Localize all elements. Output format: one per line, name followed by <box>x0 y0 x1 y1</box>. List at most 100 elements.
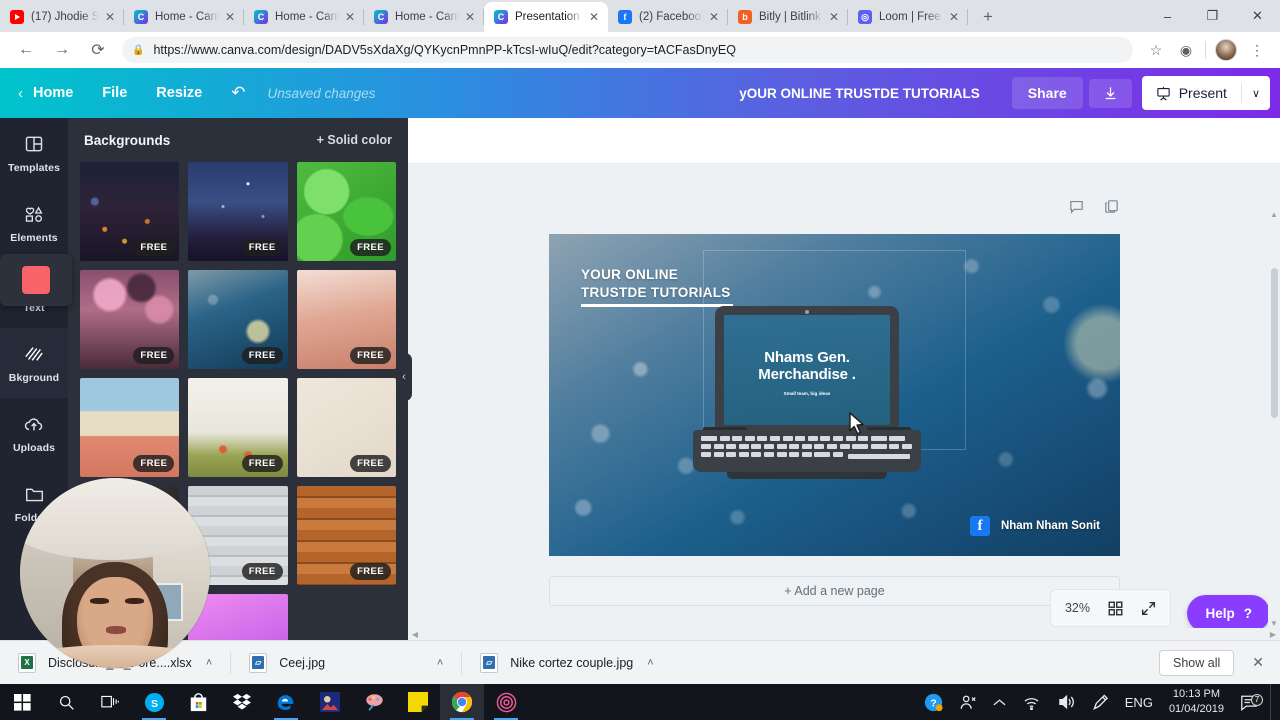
slide-title[interactable]: YOUR ONLINE TRUSTDE TUTORIALS <box>581 266 731 301</box>
task-view-icon[interactable] <box>88 684 132 720</box>
people-icon[interactable] <box>951 684 985 720</box>
background-thumb-city-night[interactable]: FREE <box>80 162 180 261</box>
new-tab-button[interactable]: + <box>974 3 1002 31</box>
download-item[interactable]: ▱ Ceej.jpg ˄ <box>241 648 451 678</box>
close-icon[interactable]: ✕ <box>222 9 238 25</box>
zoom-level-label[interactable]: 32% <box>1065 601 1090 615</box>
chrome-icon[interactable] <box>440 684 484 720</box>
background-thumb-brown-wood[interactable]: FREE <box>296 486 396 585</box>
browser-tab[interactable]: ◎ Loom | Free Sc ✕ <box>848 2 968 32</box>
resize-button[interactable]: Resize <box>156 85 202 101</box>
laptop-graphic[interactable]: Nhams Gen. Merchandise . Small team, big… <box>693 306 921 502</box>
scroll-down-icon[interactable]: ▼ <box>1270 619 1278 628</box>
chevron-down-icon[interactable]: ∨ <box>1242 76 1270 110</box>
reload-icon[interactable]: ⟳ <box>83 35 113 65</box>
sidebar-item-bkground[interactable]: Bkground <box>0 328 68 398</box>
minimize-button[interactable]: – <box>1145 0 1190 32</box>
download-button[interactable] <box>1088 78 1132 108</box>
show-all-downloads-button[interactable]: Show all <box>1159 649 1235 676</box>
expand-icon[interactable] <box>1141 601 1156 616</box>
search-icon[interactable] <box>44 684 88 720</box>
profile-avatar[interactable] <box>1215 39 1237 61</box>
background-thumb-pink-bokeh[interactable]: FREE <box>80 270 180 369</box>
close-icon[interactable]: ✕ <box>342 9 358 25</box>
show-desktop-button[interactable] <box>1270 684 1276 720</box>
add-new-page-button[interactable]: + Add a new page <box>549 576 1120 606</box>
close-icon[interactable]: ✕ <box>826 9 842 25</box>
file-menu-button[interactable]: File <box>102 85 127 101</box>
help-button[interactable]: Help ? <box>1187 595 1270 632</box>
background-thumb-green-leaves[interactable]: FREE <box>296 162 396 261</box>
maximize-button[interactable]: ❐ <box>1190 0 1235 32</box>
download-item[interactable]: ▱ Nike cortez couple.jpg ˄ <box>472 648 661 678</box>
chevron-up-icon[interactable] <box>985 684 1014 720</box>
slide-footer-credit[interactable]: f Nham Nham Sonit <box>969 516 1100 536</box>
grid-view-icon[interactable] <box>1108 601 1123 616</box>
undo-icon[interactable]: ↶ <box>231 83 245 103</box>
background-thumb-poppy-field[interactable]: FREE <box>188 378 288 477</box>
chrome-menu-icon[interactable]: ⋮ <box>1244 37 1270 63</box>
background-thumb-pink-wall[interactable]: FREE <box>80 378 180 477</box>
browser-tab[interactable]: b Bitly | Bitlink M ✕ <box>728 2 848 32</box>
microsoft-store-icon[interactable] <box>176 684 220 720</box>
notifications-icon[interactable]: 7 <box>1236 693 1270 711</box>
webcam-overlay[interactable] <box>20 478 210 668</box>
skype-icon[interactable]: S <box>132 684 176 720</box>
background-thumb-starry-sky[interactable]: FREE <box>188 162 288 261</box>
browser-tab[interactable]: C Home - Canva ✕ <box>244 2 364 32</box>
forward-icon[interactable]: → <box>47 35 77 65</box>
dropbox-icon[interactable] <box>220 684 264 720</box>
paint-icon[interactable] <box>352 684 396 720</box>
sidebar-item-templates[interactable]: Templates <box>0 118 68 188</box>
help-circle-icon[interactable]: ? <box>916 684 951 720</box>
duplicate-icon[interactable] <box>1103 198 1120 219</box>
browser-tab[interactable]: C Home - Canva ✕ <box>124 2 244 32</box>
extension-icon[interactable]: ◉ <box>1173 37 1199 63</box>
home-button[interactable]: Home <box>33 85 73 101</box>
photos-icon[interactable] <box>308 684 352 720</box>
scroll-up-icon[interactable]: ▲ <box>1270 210 1278 219</box>
chevron-up-icon[interactable]: ˄ <box>437 657 443 669</box>
comment-icon[interactable] <box>1068 198 1085 219</box>
back-icon[interactable]: ← <box>11 35 41 65</box>
sidebar-item-uploads[interactable]: Uploads <box>0 398 68 468</box>
scroll-thumb[interactable] <box>1271 268 1278 418</box>
editor-canvas-area[interactable]: YOUR ONLINE TRUSTDE TUTORIALS Nhams Gen.… <box>408 164 1280 640</box>
horizontal-scrollbar[interactable]: ◀ ▶ <box>408 628 1280 640</box>
close-icon[interactable]: ✕ <box>1246 654 1270 671</box>
taskbar-clock[interactable]: 10:13 PM 01/04/2019 <box>1161 687 1236 717</box>
close-icon[interactable]: ✕ <box>946 9 962 25</box>
language-indicator[interactable]: ENG <box>1117 684 1161 720</box>
chevron-up-icon[interactable]: ˄ <box>647 657 653 669</box>
close-icon[interactable]: ✕ <box>462 9 478 25</box>
document-title[interactable]: yOUR ONLINE TRUSTDE TUTORIALS <box>739 86 980 101</box>
scroll-track[interactable] <box>422 631 1266 637</box>
browser-tab[interactable]: f (2) Facebook ✕ <box>608 2 728 32</box>
close-window-button[interactable]: ✕ <box>1235 0 1280 32</box>
sidebar-item-elements[interactable]: Elements <box>0 188 68 258</box>
solid-color-button[interactable]: + Solid color <box>317 133 392 147</box>
slide-canvas[interactable]: YOUR ONLINE TRUSTDE TUTORIALS Nhams Gen.… <box>549 234 1120 556</box>
scroll-right-icon[interactable]: ▶ <box>1266 630 1280 639</box>
present-button[interactable]: Present <box>1142 76 1241 110</box>
panel-collapse-button[interactable]: ‹ <box>396 353 412 401</box>
background-thumb-pink-fog[interactable]: FREE <box>296 270 396 369</box>
edge-icon[interactable] <box>264 684 308 720</box>
close-icon[interactable]: ✕ <box>102 9 118 25</box>
close-icon[interactable]: ✕ <box>706 9 722 25</box>
browser-tab[interactable]: C Home - Canva ✕ <box>364 2 484 32</box>
share-button[interactable]: Share <box>1011 77 1083 109</box>
browser-tab[interactable]: (17) Jhodie So ✕ <box>0 2 124 32</box>
close-icon[interactable]: ✕ <box>586 9 602 25</box>
background-thumb-rain-window[interactable]: FREE <box>188 270 288 369</box>
volume-icon[interactable] <box>1049 684 1084 720</box>
color-swatch[interactable] <box>22 266 50 294</box>
vertical-scrollbar[interactable]: ▲ ▼ <box>1268 210 1280 628</box>
background-thumb-beige-paper[interactable]: FREE <box>296 378 396 477</box>
bookmark-star-icon[interactable]: ☆ <box>1143 37 1169 63</box>
loom-icon[interactable] <box>484 684 528 720</box>
wifi-icon[interactable] <box>1014 684 1049 720</box>
address-bar[interactable]: 🔒 https://www.canva.com/design/DADV5sXda… <box>122 37 1133 63</box>
sticky-notes-icon[interactable] <box>396 684 440 720</box>
back-chevron-icon[interactable]: ‹ <box>18 85 23 102</box>
